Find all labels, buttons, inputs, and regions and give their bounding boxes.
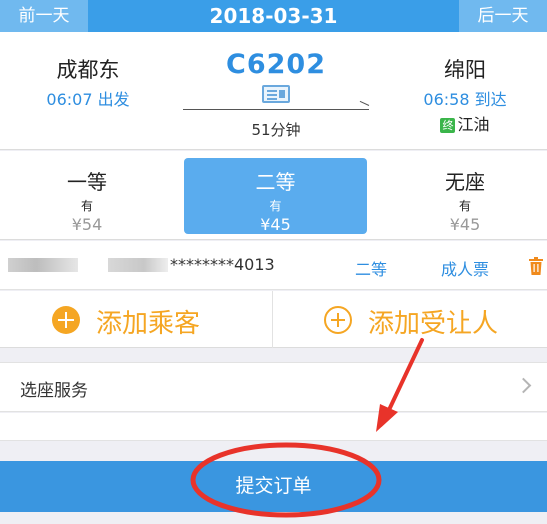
seat-option-second-class[interactable]: 二等 有 ¥45 [184,158,367,234]
passenger-id-number: ********4013 [170,255,275,274]
departure-station: 成都东 06:07 出发 [18,54,158,110]
plus-circle-outline-icon [324,306,352,334]
passenger-row[interactable]: ********4013 二等 成人票 [0,241,547,290]
redacted-passenger-name [8,258,78,272]
passenger-ticket-type[interactable]: 成人票 [441,256,489,280]
seat-option-price: ¥45 [260,215,291,234]
submit-order-button[interactable]: 提交订单 [0,461,547,512]
add-beneficiary-label: 添加受让人 [368,309,499,339]
chevron-right-icon [515,377,532,394]
add-beneficiary-button[interactable]: 添加受让人 [274,291,547,348]
seat-option-availability: 有 [458,199,471,213]
travel-duration: 51分钟 [251,121,301,139]
terminal-station-name: 江油 [457,115,490,134]
plus-circle-filled-icon [52,306,80,334]
add-passenger-label: 添加乘客 [96,309,201,339]
add-passenger-button[interactable]: 添加乘客 [0,291,273,348]
seat-option-name: 无座 [445,170,485,194]
train-number[interactable]: C6202 [176,49,376,80]
seat-option-first-class[interactable]: 一等 有 ¥54 [2,158,172,234]
seat-service-label: 选座服务 [20,381,88,401]
seat-option-availability: 有 [80,199,93,213]
seat-option-price: ¥45 [449,215,481,234]
arrival-station-name: 绵阳 [444,58,486,82]
route-arrow [183,109,369,110]
next-day-button[interactable]: 后一天 [459,0,547,32]
seat-option-name: 二等 [255,170,296,194]
seat-service-row[interactable]: 选座服务 [0,362,547,412]
departure-station-name: 成都东 [56,58,120,82]
add-passenger-row: 添加乘客 添加受让人 [0,291,547,348]
train-info-card: 成都东 06:07 出发 C6202 51分钟 绵阳 06:58 到达 终江油 [0,32,547,150]
seat-option-price: ¥54 [71,215,103,234]
arrival-time: 06:58 到达 [423,90,507,109]
seat-option-availability: 有 [269,199,282,213]
empty-row [0,413,547,441]
passenger-seat-class[interactable]: 二等 [355,256,387,280]
redacted-id-prefix [108,258,168,272]
seat-option-name: 一等 [67,170,107,194]
terminal-badge-icon: 终 [440,118,456,133]
trash-icon[interactable] [528,257,544,275]
seat-option-no-seat[interactable]: 无座 有 ¥45 [380,158,547,234]
departure-time: 06:07 出发 [46,90,130,109]
arrival-station: 绵阳 06:58 到达 终江油 [395,54,535,135]
timetable-icon[interactable] [262,85,290,103]
date-navigation-bar: 前一天 2018-03-31 后一天 [0,0,547,32]
terminal-station: 终江油 [395,111,535,135]
previous-day-button[interactable]: 前一天 [0,0,88,32]
travel-date[interactable]: 2018-03-31 [88,0,459,32]
seat-class-selector: 一等 有 ¥54 二等 有 ¥45 无座 有 ¥45 [0,151,547,240]
